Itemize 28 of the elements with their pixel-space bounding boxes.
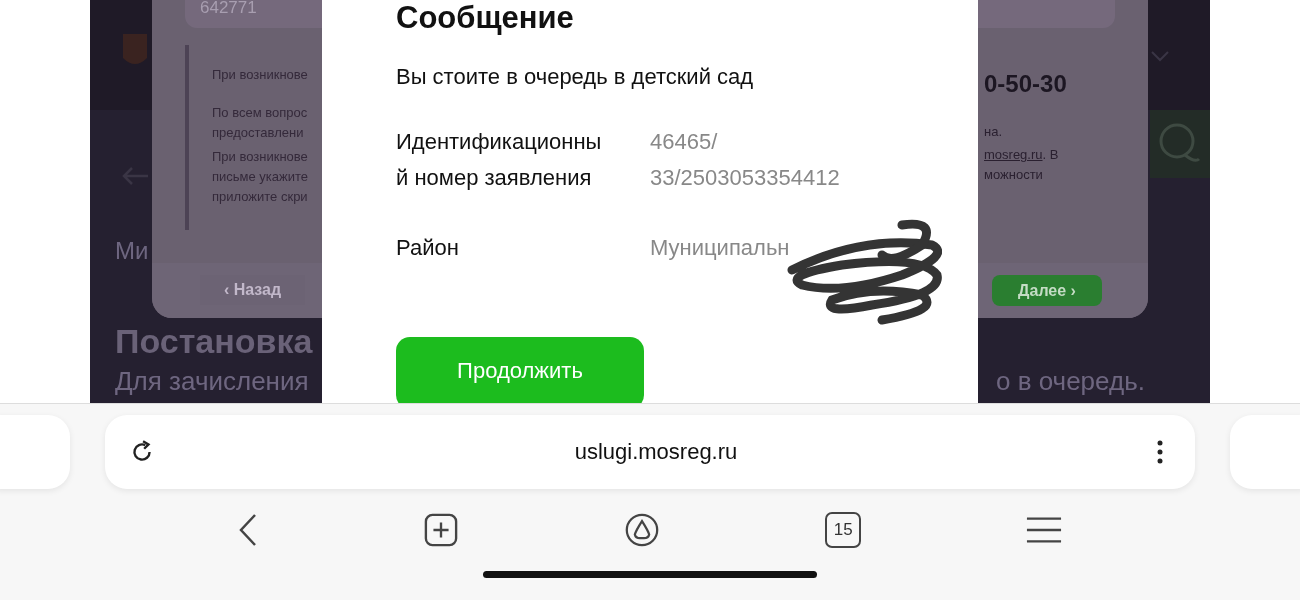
info-text: можности [984,167,1043,182]
page-text: Для зачисления [115,366,309,397]
page-title: Постановка [115,322,313,361]
more-icon[interactable] [1157,438,1163,466]
next-button[interactable]: Далее › [992,275,1102,306]
back-icon[interactable] [237,513,258,547]
url-text: uslugi.mosreg.ru [574,439,738,465]
info-text: При возникнове [212,66,308,84]
phone-number: 0-50-30 [984,70,1067,98]
field-value: Муниципальн [650,234,790,262]
chevron-icon [1150,50,1170,62]
info-text: на. [984,124,1003,139]
assistant-icon[interactable] [623,513,660,547]
new-tab-icon[interactable] [422,513,459,547]
field-value: 46465/ 33/2503053354412 [650,128,840,192]
address-bar[interactable]: uslugi.mosreg.ru [105,415,1195,489]
tabs-count-button[interactable]: 15 [825,512,862,548]
breadcrumb-link[interactable]: Ми [115,237,149,265]
info-text: mosreg.ru. В [984,147,1059,162]
field-label: Район [396,234,460,262]
page-text: о в очередь. [996,366,1145,397]
message-text: Вы стоите в очередь в детский сад [396,64,755,90]
dialog-title: Сообщение [396,0,575,36]
continue-button[interactable]: Продолжить [396,337,644,403]
info-text: При возникнове письме укажите приложите скри [212,148,309,206]
email-link[interactable]: mosreg.ru [984,147,1043,162]
info-text: По всем вопрос предоставлени [212,104,308,142]
field-label: Идентификационны й номер заявления [396,128,603,192]
